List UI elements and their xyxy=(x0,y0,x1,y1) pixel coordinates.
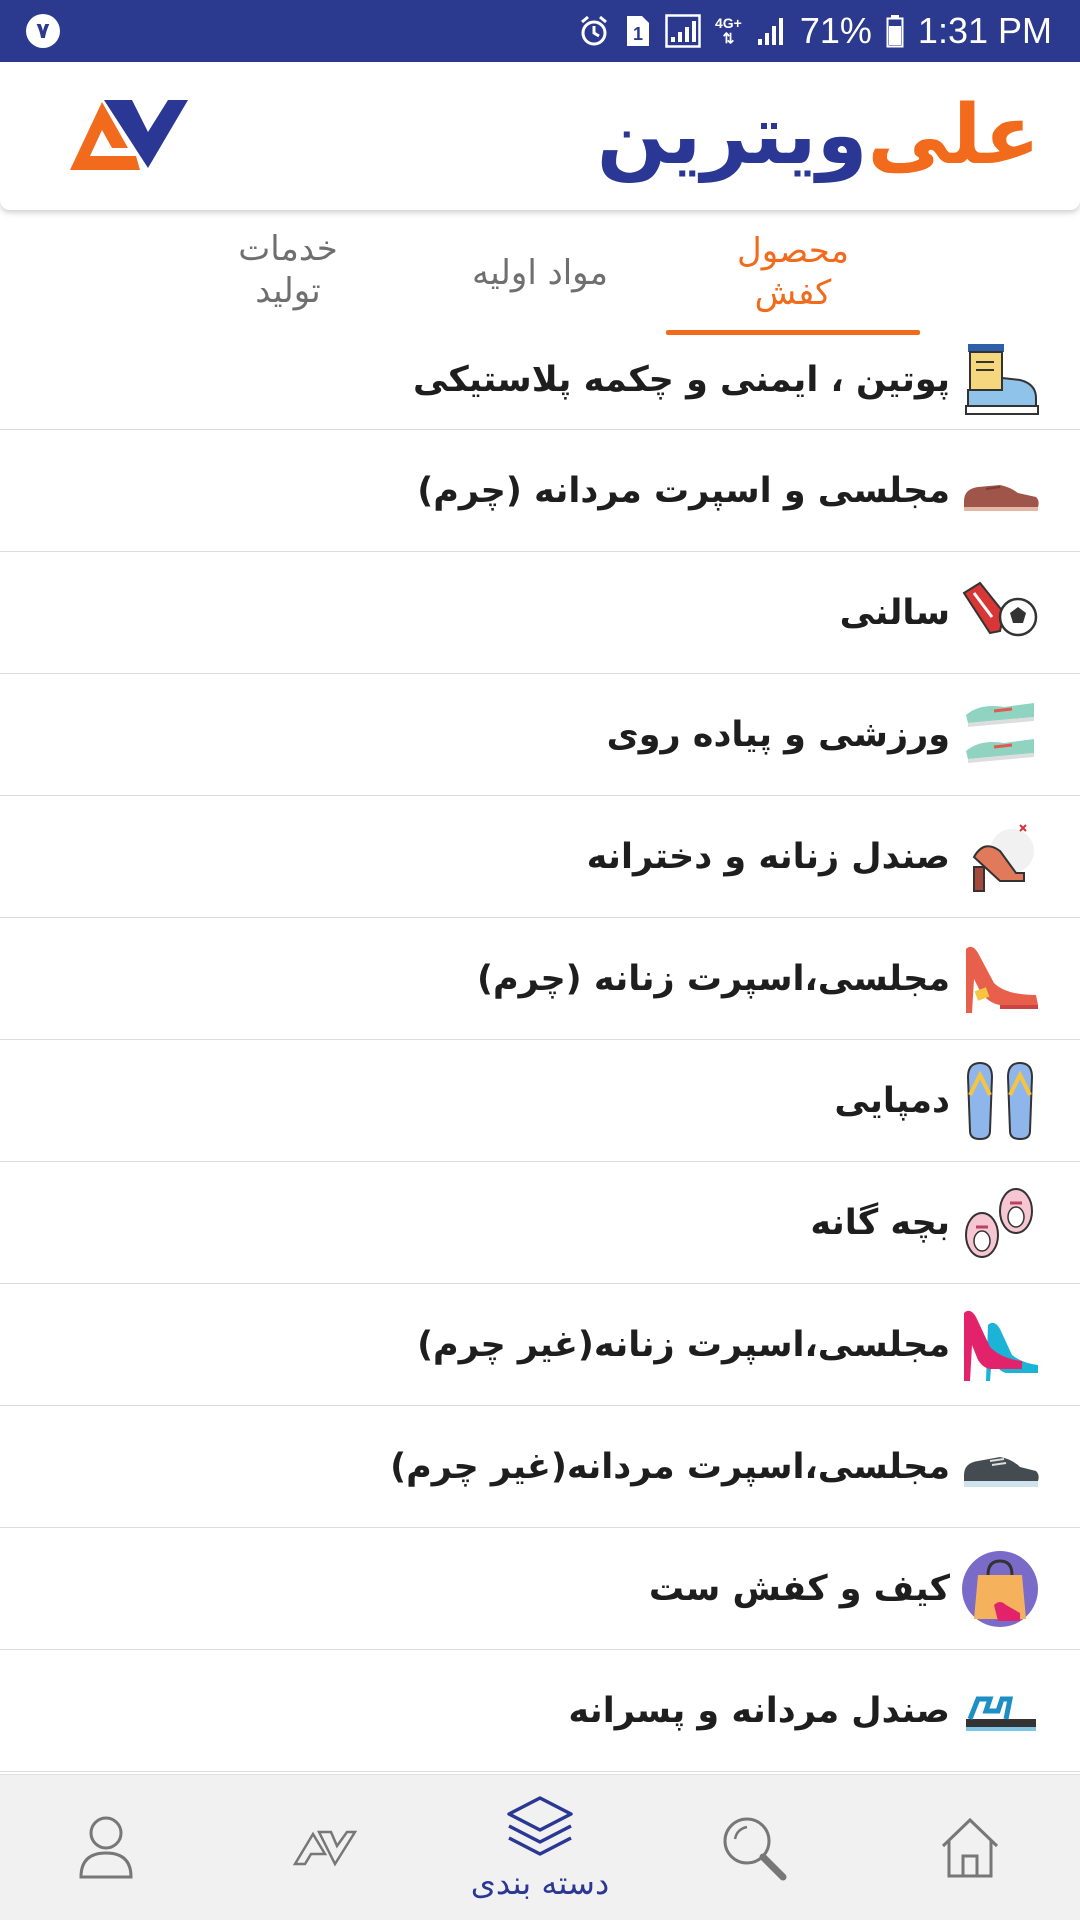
app-header: علی ویترین xyxy=(0,62,1080,210)
tab-shoe-products[interactable]: محصول کفش xyxy=(720,230,866,314)
sim-number: 1 xyxy=(633,24,643,44)
category-label: مجلسی و اسپرت مردانه (چرم) xyxy=(417,470,950,511)
brand-part-ali: علی xyxy=(867,87,1042,183)
category-label: بچه گانه xyxy=(810,1202,950,1243)
list-item[interactable]: سالنی xyxy=(0,552,1080,674)
mens-sandal-icon xyxy=(966,1696,1036,1731)
notification-badge: ۷ xyxy=(26,14,60,48)
data-arrows-icon: ⇅ xyxy=(722,30,735,46)
list-item[interactable]: ورزشی و پیاده روی xyxy=(0,674,1080,796)
category-label: دمپایی xyxy=(834,1080,950,1121)
home-icon xyxy=(941,1817,999,1878)
sim-icon: 1 xyxy=(625,14,651,48)
mens-sneaker-icon xyxy=(964,1456,1039,1487)
heels-pair-icon xyxy=(964,1310,1038,1381)
bag-shoe-set-icon xyxy=(962,1550,1038,1627)
list-item[interactable]: مجلسی،اسپرت زنانه (چرم) xyxy=(0,918,1080,1040)
list-item[interactable]: کیف و کفش ست xyxy=(0,1528,1080,1650)
category-label: سالنی xyxy=(839,592,950,633)
category-tabs: محصول کفش مواد اولیه خدمات تولید xyxy=(0,222,1080,335)
search-icon xyxy=(723,1817,787,1881)
list-item[interactable]: مجلسی و اسپرت مردانه (چرم) xyxy=(0,430,1080,552)
high-heel-icon xyxy=(966,946,1038,1013)
battery-icon xyxy=(886,14,904,48)
app-logo-outline-icon xyxy=(292,1830,357,1867)
list-item[interactable]: مجلسی،اسپرت مردانه(غیر چرم) xyxy=(0,1406,1080,1528)
futsal-shoe-icon xyxy=(962,581,1038,636)
sneakers-icon xyxy=(966,702,1034,763)
layers-icon xyxy=(507,1796,573,1856)
flip-flops-icon xyxy=(966,1061,1034,1140)
category-label: پوتین ، ایمنی و چکمه پلاستیکی xyxy=(412,359,950,400)
category-label: مجلسی،اسپرت زنانه(غیر چرم) xyxy=(417,1324,950,1365)
boot-icon xyxy=(965,343,1039,415)
network-type-label: 4G+ xyxy=(715,15,742,31)
category-label: مجلسی،اسپرت زنانه (چرم) xyxy=(477,958,950,999)
status-bar: ۷ 1 4G+ ⇅ 71% 1:31 PM xyxy=(0,0,1080,62)
list-item[interactable]: پوتین ، ایمنی و چکمه پلاستیکی xyxy=(0,330,1080,430)
baby-shoes-icon xyxy=(965,1187,1033,1258)
category-label: صندل مردانه و پسرانه xyxy=(568,1690,950,1731)
nav-search[interactable] xyxy=(664,1775,844,1920)
category-label: صندل زنانه و دخترانه xyxy=(586,836,950,877)
nav-brand[interactable] xyxy=(234,1775,414,1920)
alarm-icon xyxy=(577,14,611,48)
list-item[interactable]: مجلسی،اسپرت زنانه(غیر چرم) xyxy=(0,1284,1080,1406)
network-type: 4G+ ⇅ xyxy=(715,16,742,46)
nav-home[interactable] xyxy=(880,1775,1060,1920)
category-label: کیف و کفش ست xyxy=(648,1568,950,1609)
nav-profile[interactable] xyxy=(16,1775,196,1920)
list-item[interactable]: بچه گانه xyxy=(0,1162,1080,1284)
bottom-navigation: دسته بندی xyxy=(0,1774,1080,1920)
category-label: مجلسی،اسپرت مردانه(غیر چرم) xyxy=(390,1446,950,1487)
nav-categories[interactable]: دسته بندی xyxy=(450,1775,630,1920)
cell-signal-icon xyxy=(756,15,786,47)
list-item[interactable]: صندل مردانه و پسرانه xyxy=(0,1650,1080,1772)
signal-boxed-icon xyxy=(665,14,701,48)
womens-sandal-icon xyxy=(972,823,1034,892)
list-item[interactable]: دمپایی xyxy=(0,1040,1080,1162)
user-icon xyxy=(79,1816,133,1879)
category-label: ورزشی و پیاده روی xyxy=(606,714,950,755)
battery-percent: 71% xyxy=(799,10,872,51)
mens-leather-shoe-icon xyxy=(964,484,1039,511)
tab-raw-materials[interactable]: مواد اولیه xyxy=(460,252,620,294)
clock: 1:31 PM xyxy=(917,10,1052,51)
brand-wordmark: علی ویترین xyxy=(596,80,1042,190)
brand-part-vitrin: ویترین xyxy=(596,87,870,183)
tab-production-services[interactable]: خدمات تولید xyxy=(226,228,350,312)
app-logo-icon[interactable] xyxy=(40,92,190,178)
nav-categories-label: دسته بندی xyxy=(470,1864,610,1902)
category-list: پوتین ، ایمنی و چکمه پلاستیکی مجلسی و اس… xyxy=(0,330,1080,1772)
list-item[interactable]: صندل زنانه و دخترانه xyxy=(0,796,1080,918)
